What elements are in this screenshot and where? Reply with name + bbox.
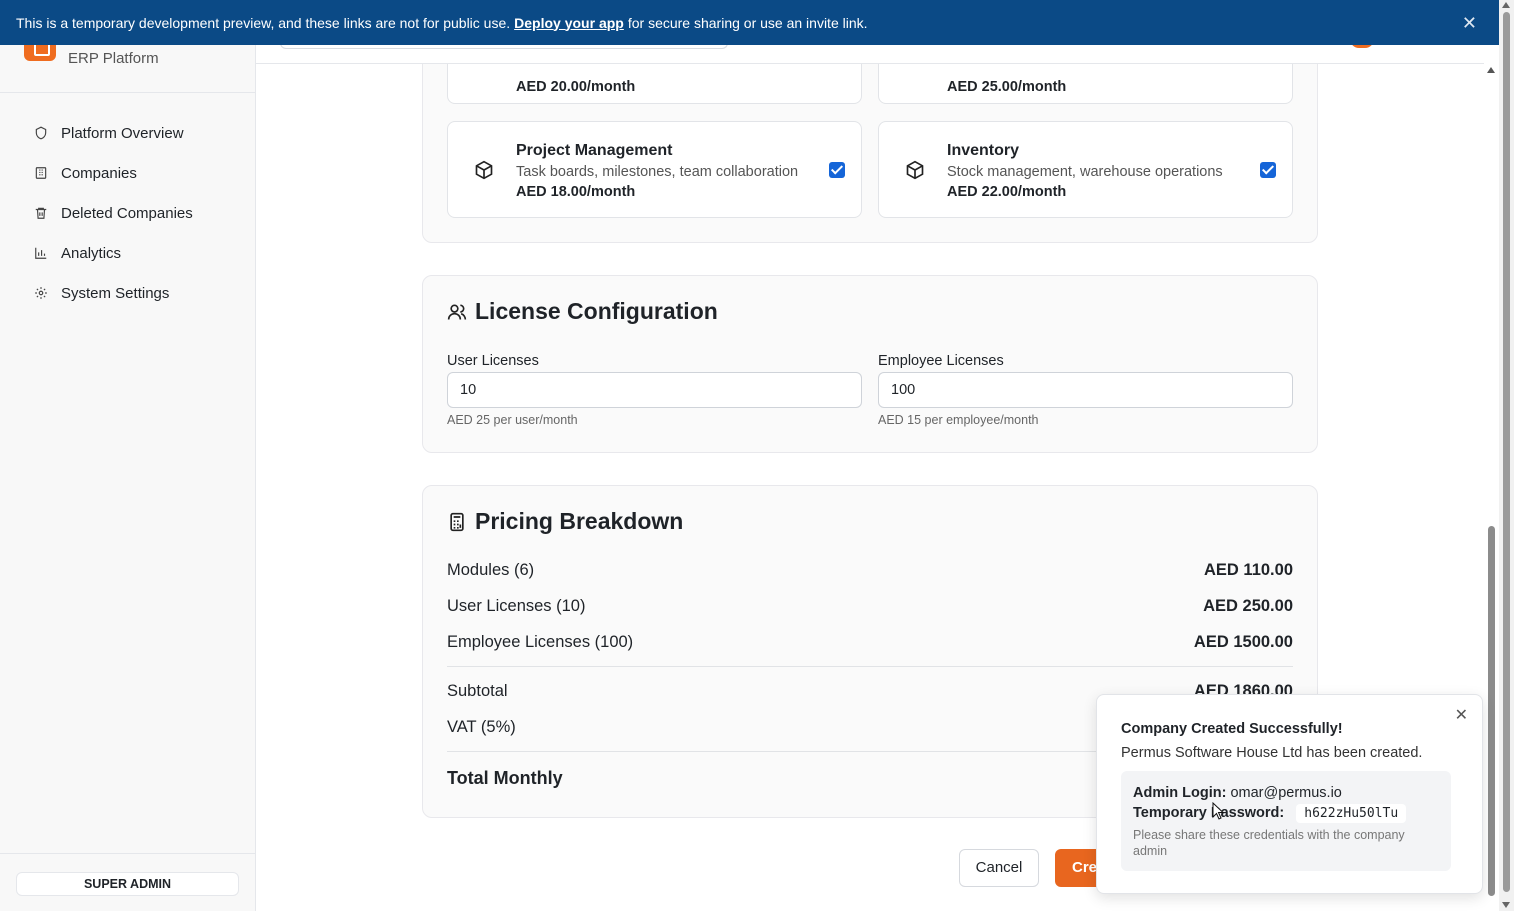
user-licenses-label: User Licenses xyxy=(447,353,539,369)
module-card-inventory[interactable]: Inventory Stock management, warehouse op… xyxy=(878,121,1293,218)
admin-login-value: omar@permus.io xyxy=(1230,785,1342,801)
calculator-icon xyxy=(447,512,467,532)
sidebar-nav: Platform Overview Companies Deleted Comp… xyxy=(0,93,255,313)
employee-licenses-input[interactable]: 100 xyxy=(878,372,1293,408)
section-title-text: Pricing Breakdown xyxy=(475,508,684,534)
employee-licenses-label: Employee Licenses xyxy=(878,353,1004,369)
pricing-row-modules: Modules (6) AED 110.00 xyxy=(447,561,1293,580)
row-amount: AED 1500.00 xyxy=(1193,633,1293,651)
temp-password-label: Temporary Password: xyxy=(1133,805,1285,821)
pricing-row-user-licenses: User Licenses (10) AED 250.00 xyxy=(447,597,1293,616)
sidebar-item-label: Analytics xyxy=(61,244,122,262)
module-checkbox[interactable] xyxy=(1260,162,1276,178)
module-title: Inventory xyxy=(947,142,1020,159)
module-description: Task boards, milestones, team collaborat… xyxy=(516,164,799,180)
package-icon xyxy=(905,160,925,180)
shield-icon xyxy=(34,126,48,140)
sidebar-item-label: Deleted Companies xyxy=(61,204,193,222)
row-label: VAT (5%) xyxy=(447,718,516,736)
row-label: User Licenses (10) xyxy=(447,597,586,615)
banner-text: This is a temporary development preview,… xyxy=(16,14,511,31)
sidebar-footer: SUPER ADMIN xyxy=(0,853,255,911)
module-checkbox[interactable] xyxy=(829,162,845,178)
temp-password-line: Temporary Password: h622zHu50lTu xyxy=(1133,804,1407,823)
row-label: Modules (6) xyxy=(447,561,535,579)
row-amount: AED 110.00 xyxy=(1204,561,1293,579)
admin-login-label: Admin Login: xyxy=(1133,785,1227,801)
row-label: Total Monthly xyxy=(447,768,563,788)
credentials-note: Please share these credentials with the … xyxy=(1133,828,1405,858)
row-amount: AED 250.00 xyxy=(1203,597,1293,615)
section-title-text: License Configuration xyxy=(475,298,718,324)
module-price: AED 18.00/month xyxy=(516,184,636,200)
sidebar-item-platform-overview[interactable]: Platform Overview xyxy=(0,113,255,153)
temp-password-value[interactable]: h622zHu50lTu xyxy=(1296,804,1407,823)
sidebar-item-label: Companies xyxy=(61,164,137,182)
section-title: Pricing Breakdown xyxy=(447,508,683,535)
module-card-project-management[interactable]: Project Management Task boards, mileston… xyxy=(447,121,862,218)
toast-title: Company Created Successfully! xyxy=(1121,721,1343,737)
pricing-row-employee-licenses: Employee Licenses (100) AED 1500.00 xyxy=(447,633,1293,652)
sidebar-item-companies[interactable]: Companies xyxy=(0,153,255,193)
content-scrollbar[interactable] xyxy=(1484,64,1499,911)
cancel-button[interactable]: Cancel xyxy=(959,849,1039,887)
building-icon xyxy=(34,166,48,180)
credentials-box: Admin Login: omar@permus.io Temporary Pa… xyxy=(1121,771,1451,871)
module-title: Project Management xyxy=(516,142,673,159)
user-licenses-hint: AED 25 per user/month xyxy=(447,413,578,427)
scroll-down-arrow-icon[interactable] xyxy=(1502,902,1510,908)
users-icon xyxy=(447,302,467,322)
module-price: AED 25.00/month xyxy=(947,79,1067,95)
mouse-cursor-icon xyxy=(1212,802,1224,820)
scrollbar-thumb[interactable] xyxy=(1503,12,1510,892)
module-card-top-right[interactable]: AED 25.00/month xyxy=(878,64,1293,104)
sidebar-item-deleted-companies[interactable]: Deleted Companies xyxy=(0,193,255,233)
sidebar: ERP Platform Platform Overview Companies… xyxy=(0,39,256,911)
module-price: AED 22.00/month xyxy=(947,184,1067,200)
close-icon[interactable]: ✕ xyxy=(1462,13,1477,34)
sidebar-item-system-settings[interactable]: System Settings xyxy=(0,273,255,313)
bar-chart-icon xyxy=(34,246,48,260)
employee-licenses-hint: AED 15 per employee/month xyxy=(878,413,1039,427)
close-icon[interactable]: ✕ xyxy=(1455,705,1468,725)
window-scrollbar[interactable] xyxy=(1499,0,1514,911)
brand-subtitle: ERP Platform xyxy=(68,50,159,67)
gear-icon xyxy=(34,286,48,300)
sidebar-item-label: System Settings xyxy=(61,284,170,302)
scroll-up-arrow-icon[interactable] xyxy=(1487,67,1495,73)
module-description: Stock management, warehouse operations xyxy=(947,164,1223,180)
deploy-app-link[interactable]: Deploy your app xyxy=(514,15,624,31)
dev-preview-banner: This is a temporary development preview,… xyxy=(0,0,1499,45)
top-header xyxy=(256,39,1484,64)
sidebar-item-analytics[interactable]: Analytics xyxy=(0,233,255,273)
modules-card: AED 20.00/month AED 25.00/month Project … xyxy=(422,64,1318,243)
user-licenses-input[interactable]: 10 xyxy=(447,372,862,408)
module-card-top-left[interactable]: AED 20.00/month xyxy=(447,64,862,104)
row-label: Employee Licenses (100) xyxy=(447,633,634,651)
scroll-up-arrow-icon[interactable] xyxy=(1502,2,1510,8)
banner-text-after: for secure sharing or use an invite link… xyxy=(627,14,868,31)
scrollbar-thumb[interactable] xyxy=(1488,526,1495,896)
admin-login-line: Admin Login: omar@permus.io xyxy=(1133,785,1342,801)
role-badge: SUPER ADMIN xyxy=(16,872,239,896)
package-icon xyxy=(474,160,494,180)
brand: ERP Platform xyxy=(0,39,255,93)
success-toast: ✕ Company Created Successfully! Permus S… xyxy=(1096,694,1483,894)
divider xyxy=(447,666,1293,667)
sidebar-item-label: Platform Overview xyxy=(61,124,184,142)
row-label: Subtotal xyxy=(447,682,508,700)
section-title: License Configuration xyxy=(447,298,718,325)
license-configuration-card: License Configuration User Licenses 10 A… xyxy=(422,275,1318,453)
module-price: AED 20.00/month xyxy=(516,79,636,95)
toast-message: Permus Software House Ltd has been creat… xyxy=(1121,745,1423,761)
trash-icon xyxy=(34,206,48,220)
